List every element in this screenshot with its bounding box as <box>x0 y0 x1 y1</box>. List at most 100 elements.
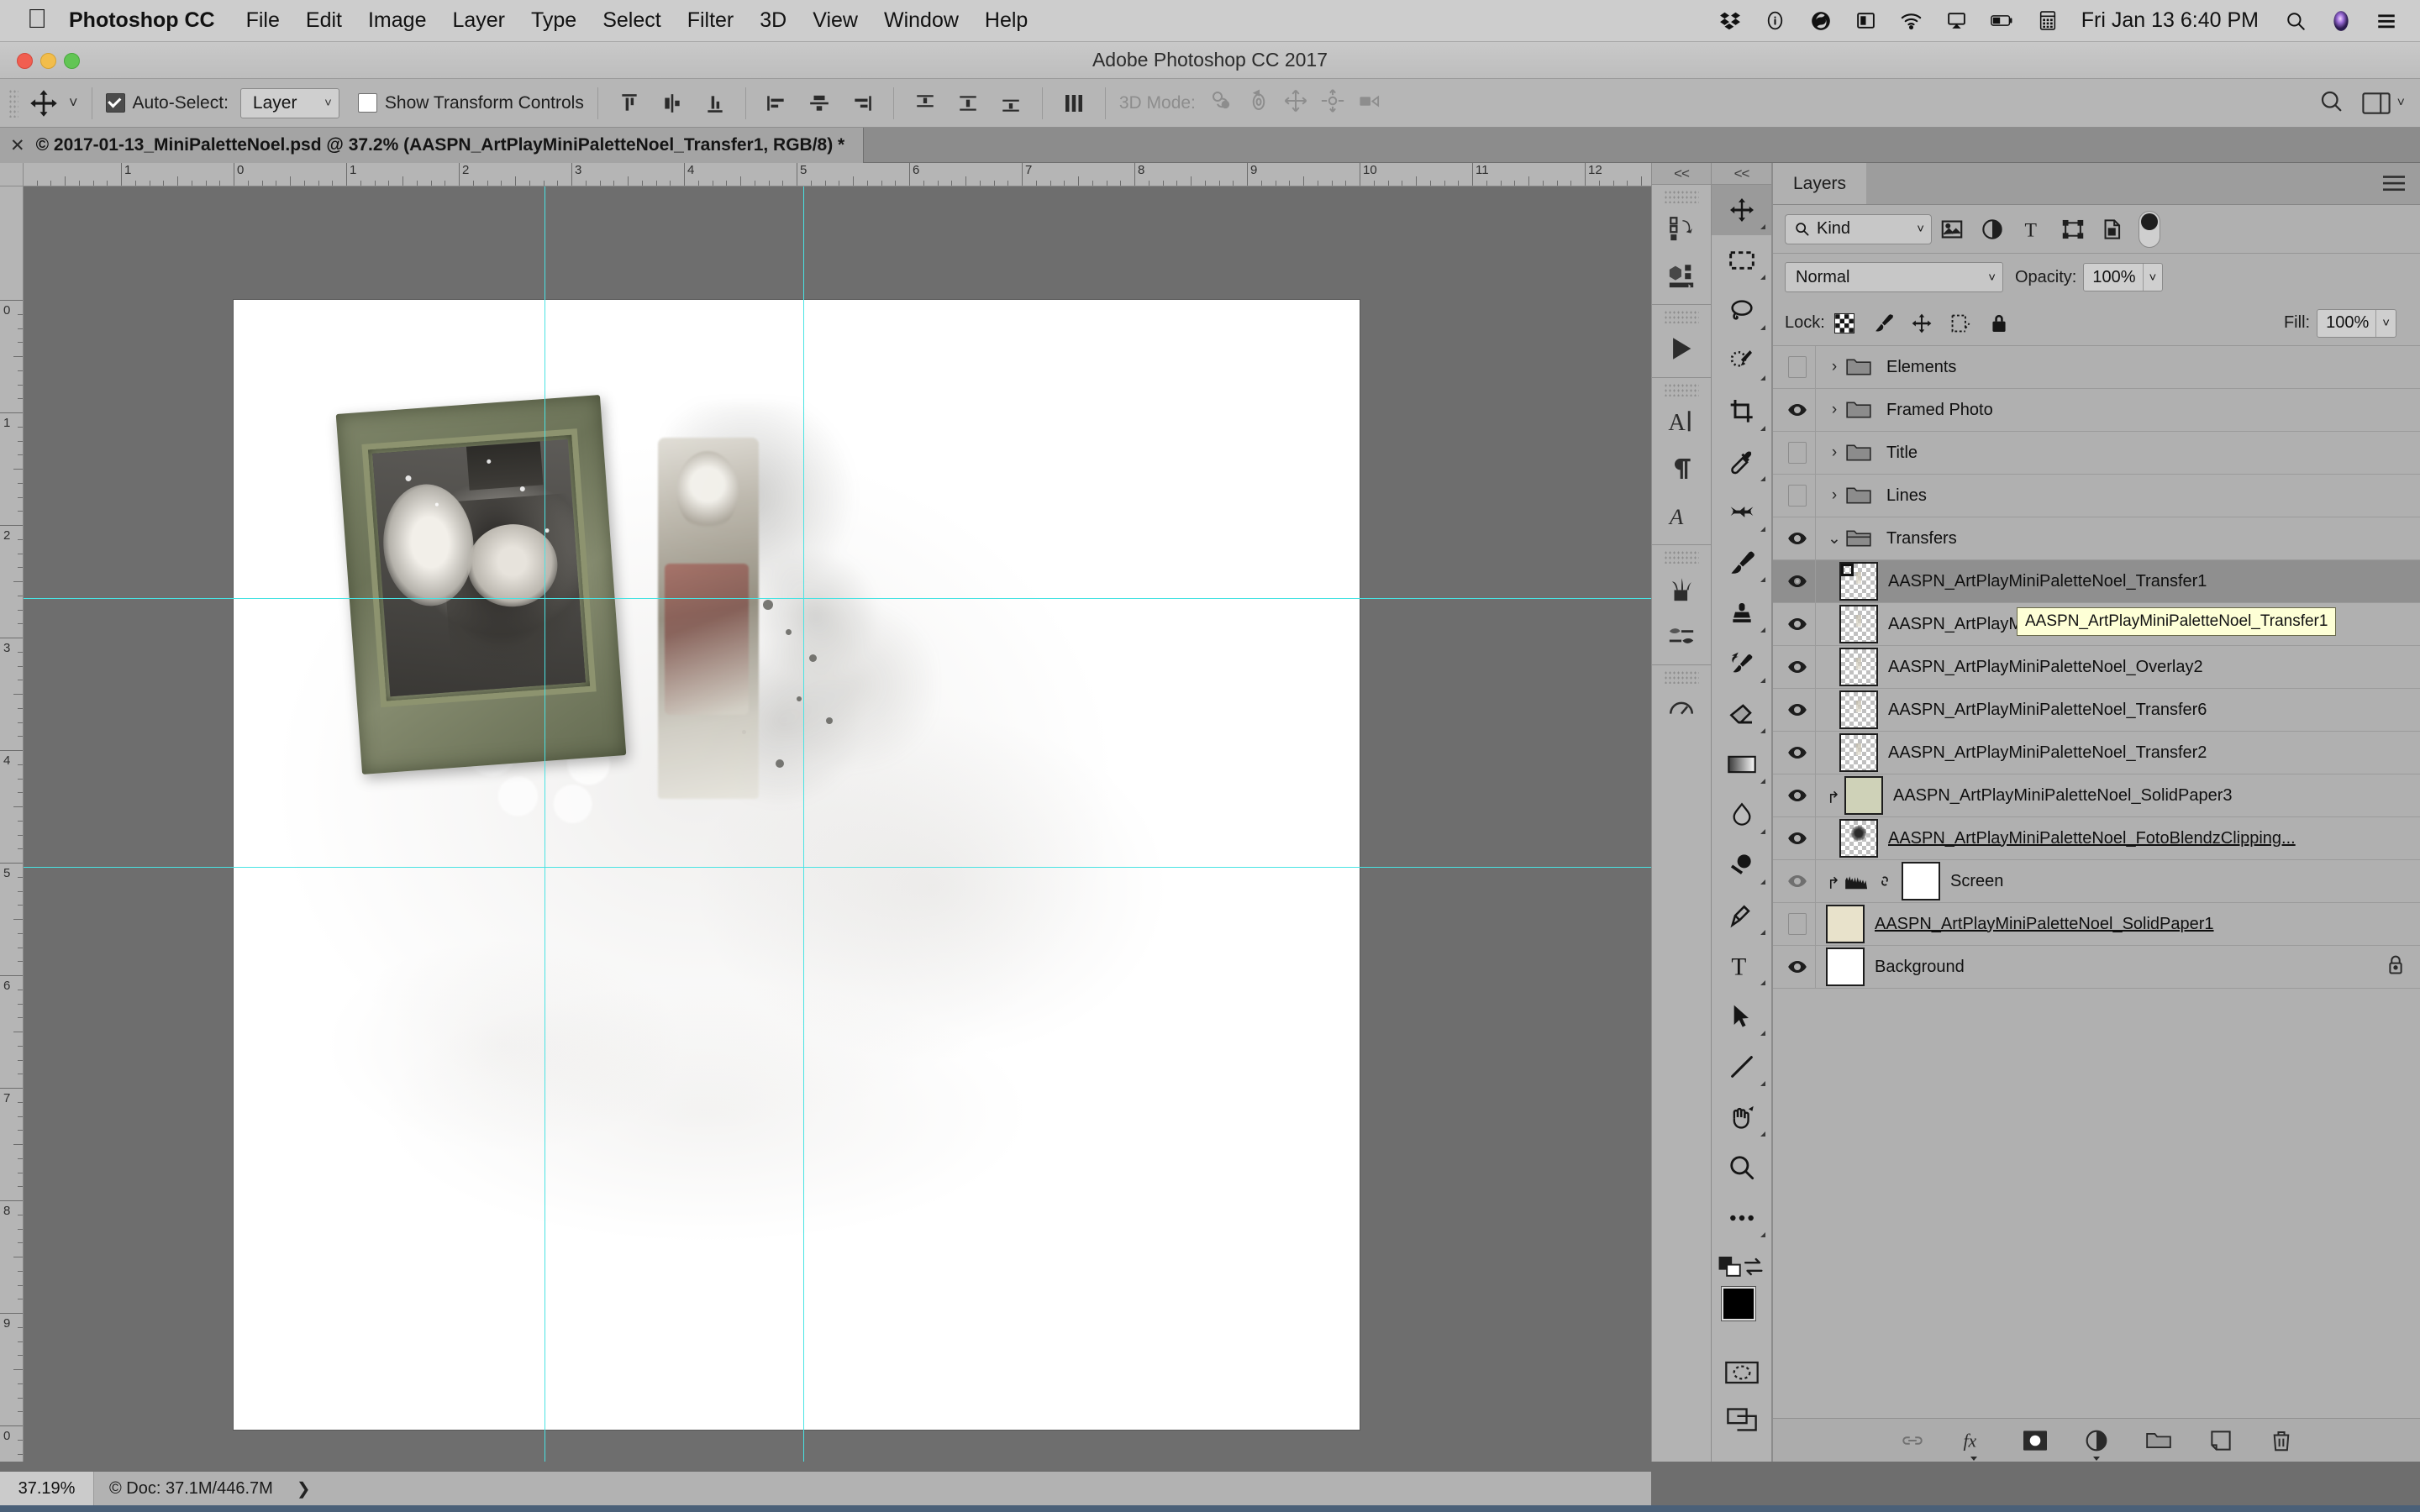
hand-tool-icon[interactable] <box>1712 1092 1771 1142</box>
lock-artboard-nesting-icon[interactable] <box>1941 307 1980 340</box>
menu-photoshop-cc[interactable]: Photoshop CC <box>69 8 215 33</box>
adjustments-icon[interactable] <box>1652 685 1711 732</box>
workspace-icon[interactable]: ˅ <box>2362 92 2405 114</box>
layer-thumbnail[interactable] <box>1826 905 1865 943</box>
filter-smartobject-icon[interactable] <box>2093 212 2133 247</box>
rail-grip[interactable] <box>1664 670 1699 684</box>
keyboard-icon[interactable] <box>2036 9 2060 33</box>
layer-name[interactable]: AASPN_ArtPlayMiniPaletteNoel_Transfer1 <box>1888 572 2207 591</box>
layer-name[interactable]: AASPN_ArtPlayMiniPaletteNoel_Transfer2 <box>1888 743 2207 763</box>
character-icon[interactable]: A <box>1652 398 1711 445</box>
notification-center-icon[interactable] <box>2375 9 2398 33</box>
horizontal-ruler[interactable]: 210123456789101112 <box>0 163 1651 186</box>
menu-help[interactable]: Help <box>985 8 1028 33</box>
lasso-tool-icon[interactable] <box>1712 286 1771 336</box>
vertical-ruler[interactable]: 0 1 2 3 4 5 6 7 8 9 0 <box>0 186 24 1462</box>
layer-row[interactable]: › Title <box>1773 432 2420 475</box>
quick-mask-icon[interactable] <box>1712 1349 1771 1396</box>
move-tool-icon[interactable] <box>1712 185 1771 235</box>
new-group-icon[interactable] <box>2146 1431 2171 1451</box>
layer-row[interactable]: Background <box>1773 946 2420 989</box>
layer-row[interactable]: › Framed Photo <box>1773 389 2420 432</box>
filter-shape-icon[interactable] <box>2053 212 2093 247</box>
swap-colors-icon[interactable] <box>1742 1257 1765 1277</box>
rail-grip[interactable] <box>1664 550 1699 564</box>
layer-name[interactable]: Background <box>1875 958 1965 977</box>
gradient-tool-icon[interactable] <box>1712 739 1771 790</box>
layer-visibility-toggle-on[interactable] <box>1780 871 1815 891</box>
dodge-tool-icon[interactable] <box>1712 840 1771 890</box>
layer-row[interactable]: ⌄ Transfers <box>1773 517 2420 560</box>
menu-select[interactable]: Select <box>602 8 660 33</box>
tool-preset-chevron[interactable]: ˅ <box>69 94 78 112</box>
rectangular-marquee-tool-icon[interactable] <box>1712 235 1771 286</box>
layer-visibility-toggle-on[interactable] <box>1780 785 1815 806</box>
layer-visibility-toggle-on[interactable] <box>1780 571 1815 591</box>
quick-selection-tool-icon[interactable] <box>1712 336 1771 386</box>
brush-tool-icon[interactable] <box>1712 538 1771 588</box>
layer-visibility-toggle-on[interactable] <box>1780 528 1815 549</box>
pen-tool-icon[interactable] <box>1712 890 1771 941</box>
link-layers-icon[interactable] <box>1901 1431 1924 1450</box>
clone-stamp-tool-icon[interactable] <box>1712 588 1771 638</box>
menu-type[interactable]: Type <box>531 8 576 33</box>
search-icon[interactable] <box>2284 9 2307 33</box>
menu-3d[interactable]: 3D <box>760 8 786 33</box>
rail-grip[interactable] <box>1664 190 1699 203</box>
layer-row[interactable]: AASPN_ArtPlayMiniPaletteNoel_SolidPaper1 <box>1773 903 2420 946</box>
layer-name[interactable]: Transfers <box>1886 529 1957 549</box>
layer-row[interactable]: › Elements <box>1773 346 2420 389</box>
document-tab[interactable]: ✕ © 2017-01-13_MiniPaletteNoel.psd @ 37.… <box>0 128 865 163</box>
layer-thumbnail[interactable] <box>1839 733 1878 772</box>
info-circle-icon[interactable] <box>1764 9 1787 33</box>
chevron-right-icon[interactable]: › <box>1824 486 1844 505</box>
battery-icon[interactable] <box>1990 9 2014 33</box>
align-left-edges-icon[interactable] <box>759 87 794 120</box>
layer-name[interactable]: AASPN_ArtPlayMiniPaletteNoel_Overlay2 <box>1888 658 2203 677</box>
layer-name[interactable]: AASPN_ArtPlayMiniPaletteNoel_FotoBlendzC… <box>1888 829 2296 848</box>
panel-menu-icon[interactable] <box>2383 175 2405 197</box>
align-bottom-edges-icon[interactable] <box>697 87 733 120</box>
distribute-top-edges-icon[interactable] <box>908 87 943 120</box>
brush-settings-icon[interactable] <box>1652 612 1711 659</box>
align-vertical-centers-icon[interactable] <box>655 87 690 120</box>
layer-visibility-toggle-on[interactable] <box>1780 700 1815 720</box>
layer-row[interactable]: AASPN_ArtPlayMiniPaletteNoel_Transfer2 <box>1773 732 2420 774</box>
line-tool-icon[interactable] <box>1712 1042 1771 1092</box>
menu-view[interactable]: View <box>813 8 858 33</box>
filter-toggle-switch[interactable] <box>2139 210 2160 248</box>
guide-horizontal-extended[interactable] <box>24 867 1651 868</box>
layer-visibility-toggle-off[interactable] <box>1780 356 1815 378</box>
align-top-edges-icon[interactable] <box>612 87 647 120</box>
lock-image-pixels-icon[interactable] <box>1864 307 1902 340</box>
layer-name[interactable]: Lines <box>1886 486 1927 506</box>
path-selection-tool-icon[interactable] <box>1712 991 1771 1042</box>
delete-layer-icon[interactable] <box>2270 1430 2292 1452</box>
search-icon[interactable] <box>2318 88 2344 118</box>
default-colors-icon[interactable] <box>1718 1257 1742 1277</box>
current-tool-preset[interactable]: ˅ <box>29 88 78 118</box>
options-bar-grip[interactable] <box>8 88 18 118</box>
layer-visibility-toggle-on[interactable] <box>1780 743 1815 763</box>
timeline-icon[interactable] <box>1652 325 1711 372</box>
pan-3d-icon[interactable] <box>1283 88 1308 118</box>
layer-visibility-toggle-off[interactable] <box>1780 913 1815 935</box>
layer-row[interactable]: AASPN_ArtPlayMiniPaletteNoel_Transfer6 <box>1773 689 2420 732</box>
brushes-icon[interactable] <box>1652 565 1711 612</box>
edit-toolbar-icon[interactable] <box>1712 1193 1771 1243</box>
collapse-panels-button[interactable]: << <box>1652 163 1711 185</box>
apple-logo-icon[interactable]:  <box>27 5 47 32</box>
blur-tool-icon[interactable] <box>1712 790 1771 840</box>
layer-name[interactable]: AASPN_ArtPlayMiniPaletteNoel_SolidPaper1 <box>1875 915 2214 934</box>
layer-thumbnail[interactable] <box>1839 690 1878 729</box>
rotate-3d-icon[interactable] <box>1209 88 1234 118</box>
type-tool-icon[interactable]: T <box>1712 941 1771 991</box>
display-icon[interactable] <box>1854 9 1878 33</box>
lock-position-icon[interactable] <box>1902 307 1941 340</box>
creative-cloud-icon[interactable] <box>1809 9 1833 33</box>
layer-name[interactable]: AASPN_ArtPlayMiniPaletteNoel_SolidPaper3 <box>1893 786 2233 806</box>
layer-name[interactable]: Framed Photo <box>1886 401 1993 420</box>
minimize-window-button[interactable] <box>40 53 56 69</box>
layer-name[interactable]: AASPN_ArtPlayMiniPaletteNoel_Transfer6 <box>1888 701 2207 720</box>
guide-horizontal-extended[interactable] <box>24 598 1651 599</box>
